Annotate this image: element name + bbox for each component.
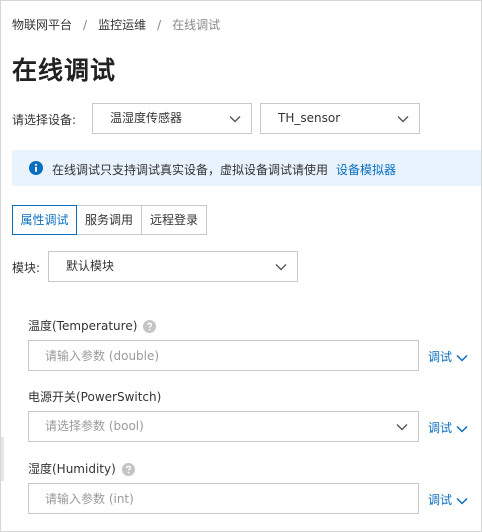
scroll-edge-indicator [1, 437, 4, 481]
device-select-label: 请选择设备: [12, 113, 77, 127]
debug-button-label: 调试 [428, 350, 453, 364]
device-select-value: TH_sensor [278, 111, 341, 125]
property-label-powerswitch: 电源开关(PowerSwitch) [28, 388, 161, 405]
tab-bar: 属性调试 服务调用 远程登录 [12, 205, 207, 235]
humidity-input[interactable] [28, 483, 419, 514]
debug-button-powerswitch[interactable]: 调试 [428, 419, 468, 436]
module-label: 模块: [12, 261, 41, 275]
tab-service-invoke[interactable]: 服务调用 [76, 205, 142, 235]
chevron-down-icon [456, 425, 468, 433]
debug-button-humidity[interactable]: 调试 [428, 491, 468, 508]
app-window: 物联网平台 / 监控运维 / 在线调试 在线调试 请选择设备: 温湿度传感器 TH_se… [0, 0, 482, 532]
notice-text: 在线调试只支持调试真实设备，虚拟设备调试请使用 [52, 163, 329, 177]
property-name: 温度(Temperature) [28, 319, 138, 333]
debug-button-temperature[interactable]: 调试 [428, 348, 468, 365]
breadcrumb-item-monitoring[interactable]: 监控运维 [98, 18, 146, 32]
powerswitch-select[interactable]: 请选择参数 (bool) [28, 411, 419, 442]
product-select[interactable]: 温湿度传感器 [92, 103, 252, 134]
help-icon[interactable] [143, 320, 157, 333]
chevron-down-icon [456, 354, 468, 362]
breadcrumb: 物联网平台 / 监控运维 / 在线调试 [12, 16, 220, 33]
module-select[interactable]: 默认模块 [48, 251, 298, 282]
page-title: 在线调试 [12, 56, 117, 85]
notice-message: 在线调试只支持调试真实设备，虚拟设备调试请使用 设备模拟器 [52, 161, 396, 178]
property-label-humidity: 湿度(Humidity) [28, 460, 135, 477]
breadcrumb-item-iot-platform[interactable]: 物联网平台 [12, 18, 72, 32]
product-select-value: 温湿度传感器 [110, 111, 183, 125]
tab-remote-login[interactable]: 远程登录 [141, 205, 207, 235]
debug-button-label: 调试 [428, 493, 453, 507]
chevron-down-icon [456, 497, 468, 505]
powerswitch-select-placeholder: 请选择参数 (bool) [45, 419, 144, 433]
device-simulator-link[interactable]: 设备模拟器 [336, 163, 396, 177]
breadcrumb-separator: / [83, 18, 88, 32]
help-icon[interactable] [121, 463, 135, 476]
breadcrumb-separator: / [157, 18, 162, 32]
tab-property-debug[interactable]: 属性调试 [12, 205, 77, 235]
property-label-temperature: 温度(Temperature) [28, 317, 157, 334]
property-name: 湿度(Humidity) [28, 462, 116, 476]
temperature-input[interactable] [28, 340, 419, 371]
info-icon [29, 161, 43, 175]
breadcrumb-item-current: 在线调试 [172, 18, 221, 32]
property-name: 电源开关(PowerSwitch) [28, 390, 162, 404]
chevron-down-icon [275, 264, 287, 271]
device-select[interactable]: TH_sensor [260, 103, 420, 134]
chevron-down-icon [229, 116, 241, 123]
module-select-value: 默认模块 [66, 259, 115, 273]
chevron-down-icon [397, 116, 409, 123]
notice-banner: 在线调试只支持调试真实设备，虚拟设备调试请使用 设备模拟器 [12, 150, 481, 186]
debug-button-label: 调试 [428, 421, 453, 435]
chevron-down-icon [396, 424, 408, 431]
